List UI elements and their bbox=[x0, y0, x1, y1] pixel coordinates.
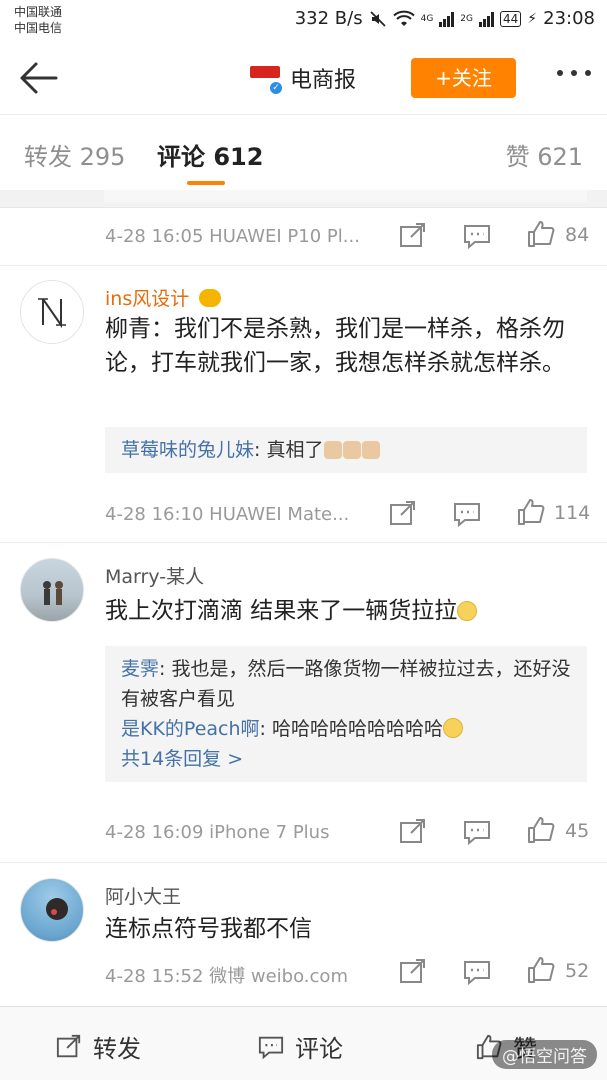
avatar-photo-icon bbox=[43, 581, 63, 605]
verified-badge-icon: ✓ bbox=[268, 80, 284, 96]
wifi-icon bbox=[392, 10, 415, 26]
comment-divider bbox=[0, 265, 607, 266]
comment-meta: 4-28 16:05 HUAWEI P10 Pl... bbox=[105, 226, 360, 247]
repost-icon[interactable] bbox=[398, 818, 428, 846]
comment-meta: 4-28 16:09 iPhone 7 Plus bbox=[105, 822, 330, 843]
vip-crown-icon bbox=[199, 289, 222, 307]
account-name[interactable]: 电商报 bbox=[290, 62, 356, 94]
like-count: 45 bbox=[565, 820, 590, 842]
comment-text: 我上次打滴滴 结果来了一辆货拉拉 bbox=[105, 594, 590, 628]
cat-emoji-icon bbox=[324, 441, 343, 459]
comment-text: 连标点符号我都不信 bbox=[105, 916, 312, 942]
reply-item: 草莓味的兔儿妹: 真相了 bbox=[121, 435, 571, 465]
repost-icon[interactable] bbox=[398, 222, 428, 250]
reply-user[interactable]: 是KK的Peach啊 bbox=[121, 718, 260, 740]
comment-text-body: 我上次打滴滴 结果来了一辆货拉拉 bbox=[105, 598, 458, 624]
avatar[interactable] bbox=[20, 558, 84, 622]
repost-button[interactable]: 转发 bbox=[55, 1029, 141, 1064]
cat-emoji-icon bbox=[362, 441, 381, 459]
comment-icon[interactable] bbox=[462, 222, 492, 250]
comment-icon[interactable] bbox=[462, 818, 492, 846]
status-bar: 中国联通 中国电信 332 B/s 4G 2G 44 ⚡ 23:08 bbox=[0, 0, 607, 42]
reply-text: : 我也是，然后一路像货物一样被拉过去，还好没有被客户看见 bbox=[121, 658, 571, 710]
comment-text: 柳青：我们不是杀熟，我们是一样杀，格杀勿论，打车就我们一家，我想怎样杀就怎样杀。 bbox=[105, 316, 565, 376]
reply-user[interactable]: 麦霁 bbox=[121, 658, 159, 680]
reply-item: 麦霁: 我也是，然后一路像货物一样被拉过去，还好没有被客户看见 bbox=[121, 654, 571, 714]
section-separator bbox=[0, 190, 607, 208]
account-avatar[interactable]: ✓ bbox=[248, 62, 284, 96]
avatar-logo-icon bbox=[38, 298, 66, 329]
tab-comments[interactable]: 评论 612 bbox=[157, 137, 263, 172]
mute-icon bbox=[369, 10, 386, 27]
comment-icon[interactable] bbox=[462, 958, 492, 986]
reply-user[interactable]: 草莓味的兔儿妹 bbox=[121, 439, 254, 461]
carrier-2: 中国电信 bbox=[14, 21, 63, 35]
like-count: 84 bbox=[565, 224, 590, 246]
more-menu-icon[interactable] bbox=[557, 70, 591, 76]
tab-bar: 转发 295 评论 612 赞 621 bbox=[0, 114, 607, 190]
reply-item: 是KK的Peach啊: 哈哈哈哈哈哈哈哈哈 bbox=[121, 714, 571, 744]
follow-button[interactable]: +关注 bbox=[411, 58, 516, 98]
comment-username[interactable]: 阿小大王 bbox=[105, 882, 181, 909]
carrier-1: 中国联通 bbox=[14, 5, 63, 19]
back-arrow-icon bbox=[20, 62, 58, 94]
like-count: 52 bbox=[565, 960, 590, 982]
reply-box[interactable]: 麦霁: 我也是，然后一路像货物一样被拉过去，还好没有被客户看见 是KK的Peac… bbox=[105, 646, 587, 782]
comment-username[interactable]: Marry-某人 bbox=[105, 562, 204, 589]
username-text[interactable]: ins风设计 bbox=[105, 288, 189, 310]
carrier-labels: 中国联通 中国电信 bbox=[14, 4, 62, 36]
status-indicators: 332 B/s 4G 2G 44 ⚡ 23:08 bbox=[295, 8, 595, 29]
comment-meta: 4-28 15:52 微博 weibo.com bbox=[105, 966, 348, 987]
network-type-1: 4G bbox=[420, 13, 434, 24]
clock: 23:08 bbox=[543, 8, 595, 29]
comment-divider bbox=[0, 862, 607, 863]
more-replies-link[interactable]: 共14条回复 > bbox=[121, 744, 571, 774]
reply-text: : 哈哈哈哈哈哈哈哈哈 bbox=[259, 718, 443, 740]
top-nav: ✓ 电商报 +关注 bbox=[0, 42, 607, 114]
like-icon[interactable] bbox=[526, 956, 556, 984]
charging-icon: ⚡ bbox=[527, 10, 538, 27]
like-icon[interactable] bbox=[526, 816, 556, 844]
logo-mark bbox=[250, 66, 280, 78]
comment-divider bbox=[0, 542, 607, 543]
back-button[interactable] bbox=[16, 58, 60, 98]
comment-label: 评论 bbox=[295, 1035, 343, 1063]
avatar[interactable] bbox=[20, 280, 84, 344]
tab-repost[interactable]: 转发 295 bbox=[24, 137, 125, 172]
signal-icon bbox=[439, 11, 455, 27]
comment-button[interactable]: 评论 bbox=[257, 1029, 343, 1064]
repost-icon[interactable] bbox=[398, 958, 428, 986]
reply-text: : 真相了 bbox=[254, 439, 324, 461]
account-header[interactable]: ✓ 电商报 bbox=[248, 62, 356, 96]
watermark: @悟空问答 bbox=[492, 1040, 597, 1069]
network-type-2: 2G bbox=[460, 13, 473, 24]
comment-icon[interactable] bbox=[452, 500, 482, 528]
tab-likes[interactable]: 赞 621 bbox=[506, 137, 583, 172]
comment-meta: 4-28 16:10 HUAWEI Mate... bbox=[105, 504, 350, 525]
laugh-emoji-icon bbox=[442, 718, 463, 738]
network-speed: 332 B/s bbox=[294, 8, 363, 29]
smile-emoji-icon bbox=[457, 601, 478, 621]
avatar-photo-icon bbox=[46, 898, 68, 920]
comment-icon bbox=[258, 1036, 284, 1059]
avatar[interactable] bbox=[20, 878, 84, 942]
signal-icon-2 bbox=[479, 11, 494, 27]
comment-username[interactable]: ins风设计 bbox=[105, 284, 222, 311]
like-icon[interactable] bbox=[526, 220, 556, 248]
repost-icon bbox=[56, 1034, 81, 1057]
active-tab-indicator bbox=[187, 181, 225, 185]
like-count: 114 bbox=[554, 502, 591, 524]
reply-box[interactable]: 草莓味的兔儿妹: 真相了 bbox=[105, 427, 587, 473]
battery-icon: 44 bbox=[500, 10, 522, 27]
cat-emoji-icon bbox=[343, 441, 362, 459]
like-icon[interactable] bbox=[516, 498, 546, 526]
repost-label: 转发 bbox=[93, 1035, 141, 1063]
repost-icon[interactable] bbox=[388, 500, 418, 528]
